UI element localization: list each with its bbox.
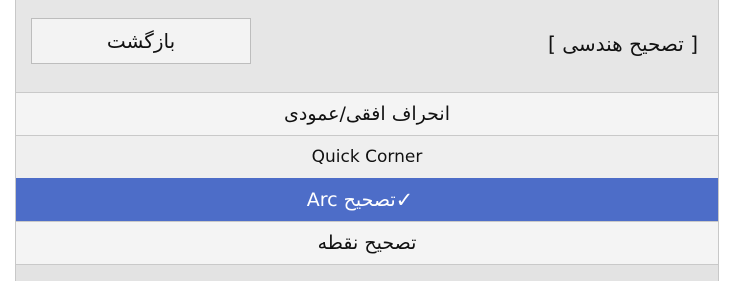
page-title: [ تصحیح هندسی ] (548, 32, 698, 56)
panel-footer (16, 264, 718, 281)
menu-item-label: تصحیح نقطه (317, 232, 417, 254)
menu-item-point-correction[interactable]: تصحیح نقطه (16, 221, 718, 264)
geometry-correction-panel: بازگشت [ تصحیح هندسی ] انحراف افقی/عمودی… (15, 0, 719, 281)
menu-item-label: انحراف افقی/عمودی (283, 103, 450, 125)
menu-item-label: تصحیح Arc (306, 189, 396, 211)
menu-item-quick-corner[interactable]: Quick Corner (16, 135, 718, 178)
menu-list: انحراف افقی/عمودی Quick Corner تصحیح Arc… (16, 92, 718, 264)
panel-header: بازگشت [ تصحیح هندسی ] (16, 0, 718, 92)
menu-item-label: Quick Corner (311, 147, 423, 167)
menu-item-h-v-keystone[interactable]: انحراف افقی/عمودی (16, 92, 718, 135)
checkmark-icon: ✓ (395, 188, 414, 212)
back-button[interactable]: بازگشت (31, 18, 251, 64)
menu-item-arc-correction[interactable]: تصحیح Arc ✓ (16, 178, 718, 221)
